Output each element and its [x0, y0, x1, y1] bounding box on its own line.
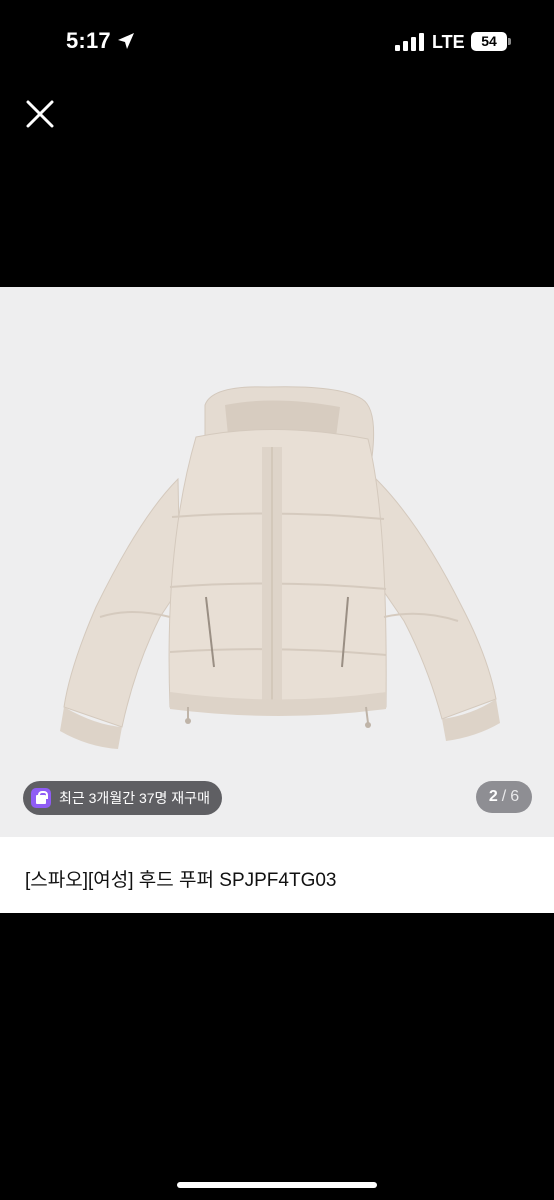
rebuy-badge: 최근 3개월간 37명 재구매 — [23, 781, 222, 815]
clock: 5:17 — [66, 28, 111, 53]
home-indicator[interactable] — [177, 1182, 377, 1188]
network-type: LTE — [432, 32, 465, 52]
battery-level: 54 — [481, 33, 497, 49]
cellular-signal-icon — [395, 33, 424, 51]
battery-icon: 54 — [471, 32, 507, 51]
shopping-bag-icon — [31, 788, 51, 808]
close-button[interactable] — [22, 96, 58, 132]
battery-tip — [508, 38, 511, 45]
close-icon — [26, 100, 54, 128]
status-bar: 5:17 LTE 54 — [0, 0, 554, 86]
product-photo — [60, 386, 500, 749]
product-title: [스파오][여성] 후드 푸퍼 SPJPF4TG03 — [25, 870, 337, 891]
page-separator: / — [501, 788, 507, 805]
product-image-gallery[interactable]: 최근 3개월간 37명 재구매 2 / 6 — [0, 287, 554, 837]
current-page: 2 — [488, 788, 498, 805]
product-info: [스파오][여성] 후드 푸퍼 SPJPF4TG03 — [0, 837, 554, 913]
rebuy-text: 최근 3개월간 37명 재구매 — [59, 790, 210, 806]
page-indicator: 2 / 6 — [476, 781, 532, 813]
location-arrow-icon — [118, 33, 134, 49]
total-pages: 6 — [510, 788, 520, 805]
